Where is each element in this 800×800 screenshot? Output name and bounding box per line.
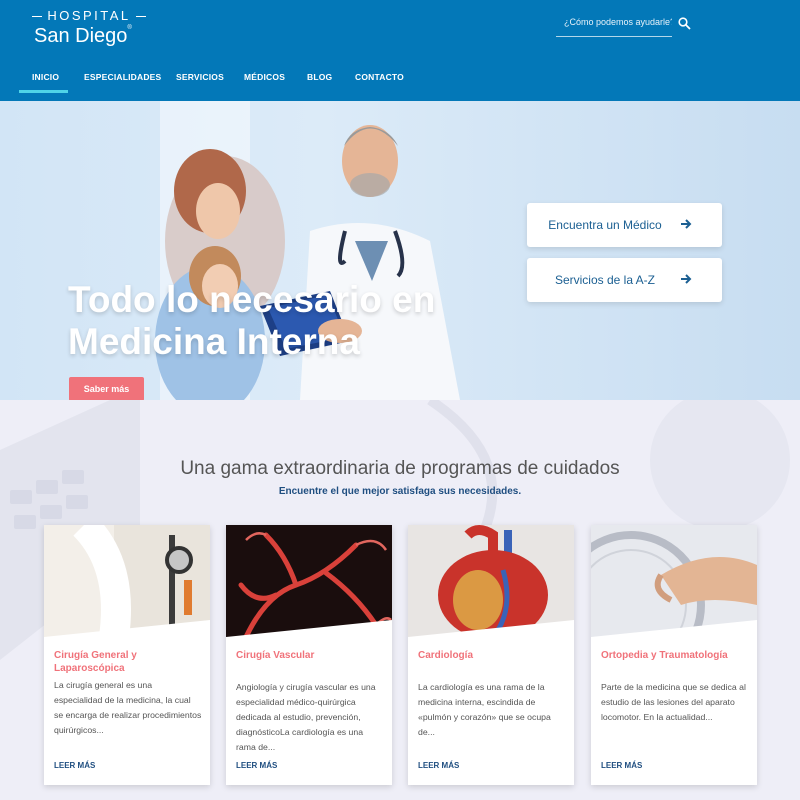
saber-mas-button[interactable]: Saber más xyxy=(69,377,144,400)
main-nav: INICIO ESPECIALIDADES SERVICIOS MÉDICOS … xyxy=(0,64,800,94)
find-doctor-label: Encuentra un Médico xyxy=(548,218,662,232)
search-icon[interactable] xyxy=(678,17,691,30)
logo-top-text: HOSPITAL xyxy=(30,8,148,23)
card-ortopedia[interactable]: Ortopedia y Traumatología Parte de la me… xyxy=(591,525,757,785)
services-az-label: Servicios de la A-Z xyxy=(554,273,656,287)
read-more-link[interactable]: LEER MÁS xyxy=(418,761,459,770)
nav-item-medicos[interactable]: MÉDICOS xyxy=(244,72,285,82)
card-description: La cardiología es una rama de la medicin… xyxy=(418,682,551,737)
card-image-surgeon xyxy=(44,525,210,637)
arrow-right-icon xyxy=(681,219,692,229)
logo-name: San Diego xyxy=(34,25,128,47)
card-title: Ortopedia y Traumatología xyxy=(601,650,728,661)
nav-item-especialidades[interactable]: ESPECIALIDADES xyxy=(84,72,161,82)
card-description: Angiología y cirugía vascular es una esp… xyxy=(236,682,376,752)
hospital-logo[interactable]: HOSPITAL San Diego® xyxy=(30,6,148,52)
read-more-link[interactable]: LEER MÁS xyxy=(601,761,642,770)
arrow-right-icon xyxy=(681,274,692,284)
card-title: Cirugía General y Laparoscópica xyxy=(54,650,137,674)
card-description: Parte de la medicina que se dedica al es… xyxy=(601,682,746,722)
card-title: Cardiología xyxy=(418,650,474,661)
find-doctor-button[interactable]: Encuentra un Médico xyxy=(527,203,722,247)
card-image-heart-model xyxy=(408,525,574,637)
hero-title: Todo lo necesario en Medicina Interna xyxy=(68,279,436,362)
read-more-link[interactable]: LEER MÁS xyxy=(236,761,277,770)
logo-registered-mark: ® xyxy=(127,25,132,31)
card-cirugia-vascular[interactable]: Cirugía Vascular Angiología y cirugía va… xyxy=(226,525,392,785)
card-description: La cirugía general es una especialidad d… xyxy=(54,680,202,735)
nav-item-inicio[interactable]: INICIO xyxy=(32,72,59,82)
search-box[interactable] xyxy=(556,12,672,37)
card-image-blood-vessels xyxy=(226,525,392,637)
search-input[interactable] xyxy=(564,17,672,27)
hero-banner: Todo lo necesario en Medicina Interna Sa… xyxy=(0,101,800,400)
read-more-link[interactable]: LEER MÁS xyxy=(54,761,95,770)
nav-item-contacto[interactable]: CONTACTO xyxy=(355,72,404,82)
site-header: HOSPITAL San Diego® INICIO ESPECIALIDADE… xyxy=(0,0,800,101)
card-title: Cirugía Vascular xyxy=(236,650,315,661)
programs-subtitle: Encuentre el que mejor satisfaga sus nec… xyxy=(278,486,522,497)
card-image-wheelchair xyxy=(591,525,757,637)
programs-title: Una gama extraordinaria de programas de … xyxy=(180,458,620,479)
card-cirugia-general[interactable]: Cirugía General y Laparoscópica La cirug… xyxy=(44,525,210,785)
logo-bottom-text: San Diego® xyxy=(34,25,132,48)
nav-item-blog[interactable]: BLOG xyxy=(307,72,332,82)
nav-active-indicator xyxy=(19,90,68,93)
nav-item-servicios[interactable]: SERVICIOS xyxy=(176,72,224,82)
card-cardiologia[interactable]: Cardiología La cardiología es una rama d… xyxy=(408,525,574,785)
services-az-button[interactable]: Servicios de la A-Z xyxy=(527,258,722,302)
